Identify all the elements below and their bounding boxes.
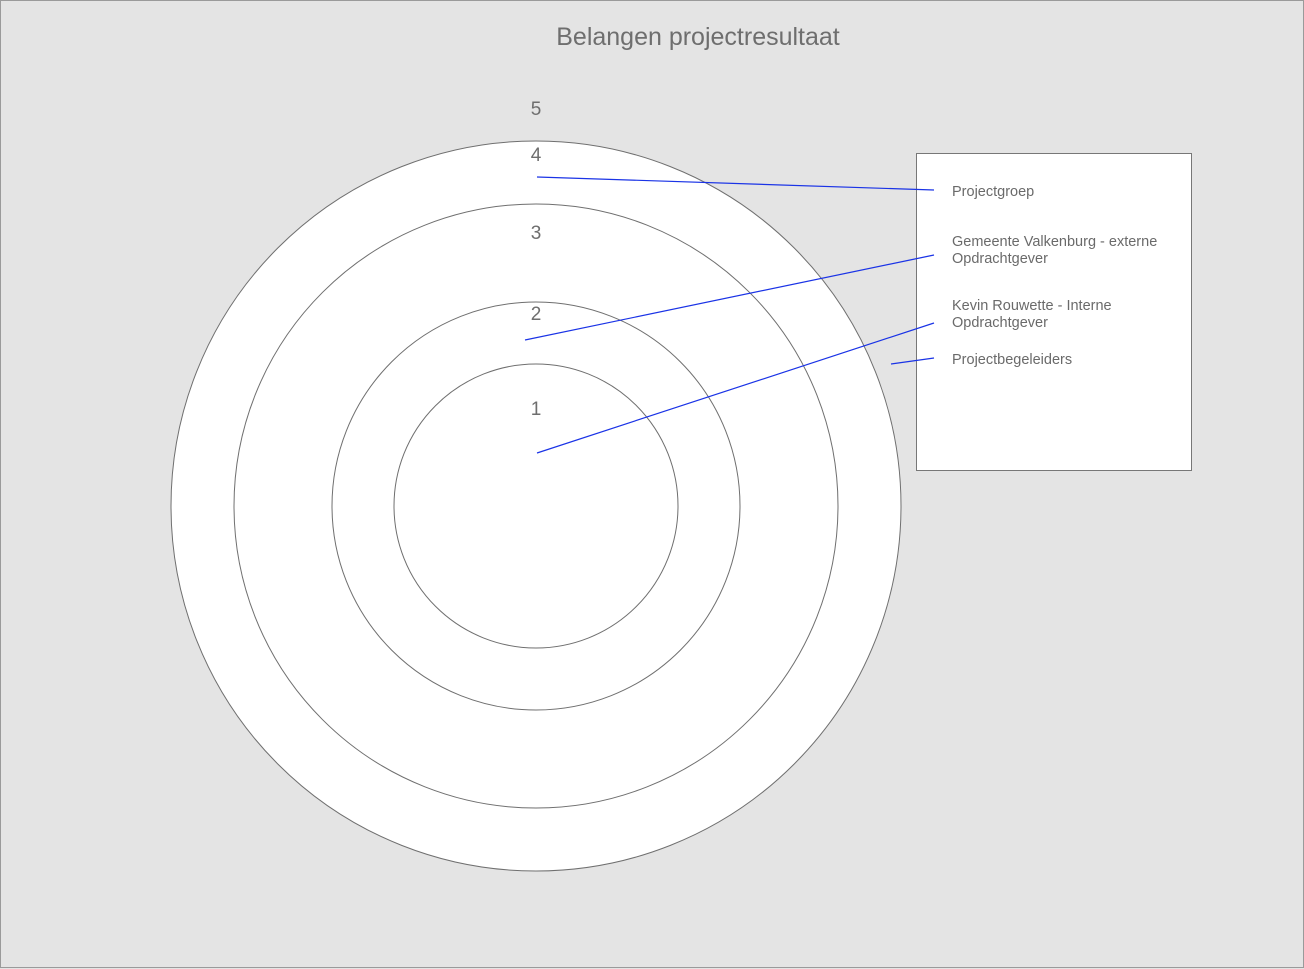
stakeholder-label-projectgroep: Projectgroep (952, 184, 1034, 200)
stakeholder-label-kevin-line2: Opdrachtgever (952, 315, 1048, 331)
stakeholder-label-kevin-line1: Kevin Rouwette - Interne (952, 298, 1112, 314)
ring-label-4: 4 (531, 145, 542, 166)
stakeholder-label-gemeente-line2: Opdrachtgever (952, 251, 1048, 267)
ring-label-5: 5 (531, 99, 542, 120)
stakeholder-label-projectbegeleiders: Projectbegeleiders (952, 352, 1072, 368)
stakeholder-label-gemeente-line1: Gemeente Valkenburg - externe (952, 234, 1157, 250)
diagram-title: Belangen projectresultaat (556, 23, 840, 51)
stakeholder-onion-diagram: Belangen projectresultaat 5 4 3 2 1 Proj… (170, 23, 1192, 872)
ring-label-2: 2 (531, 304, 542, 325)
diagram-canvas: Belangen projectresultaat 5 4 3 2 1 Proj… (0, 0, 1304, 968)
ring-label-1: 1 (531, 399, 542, 420)
ring-label-3: 3 (531, 223, 542, 244)
